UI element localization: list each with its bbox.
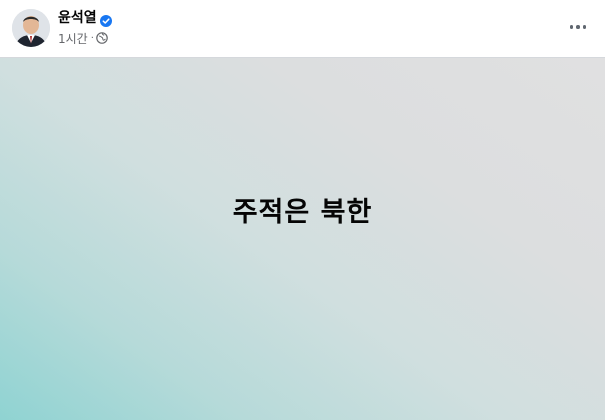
- post-header: 윤석열 1시간 ·: [0, 0, 605, 57]
- author-name[interactable]: 윤석열: [58, 10, 97, 26]
- post-meta: 1시간 ·: [58, 30, 108, 47]
- globe-icon[interactable]: [96, 32, 108, 44]
- more-options-button[interactable]: [563, 14, 593, 40]
- post-background: 주적은 북한: [0, 57, 605, 420]
- author-avatar[interactable]: [12, 9, 50, 47]
- post-timestamp[interactable]: 1시간: [58, 30, 88, 47]
- meta-separator: ·: [90, 32, 94, 44]
- more-options-icon: [569, 25, 587, 29]
- verified-badge-icon: [100, 12, 112, 27]
- post-text: 주적은 북한: [232, 197, 373, 228]
